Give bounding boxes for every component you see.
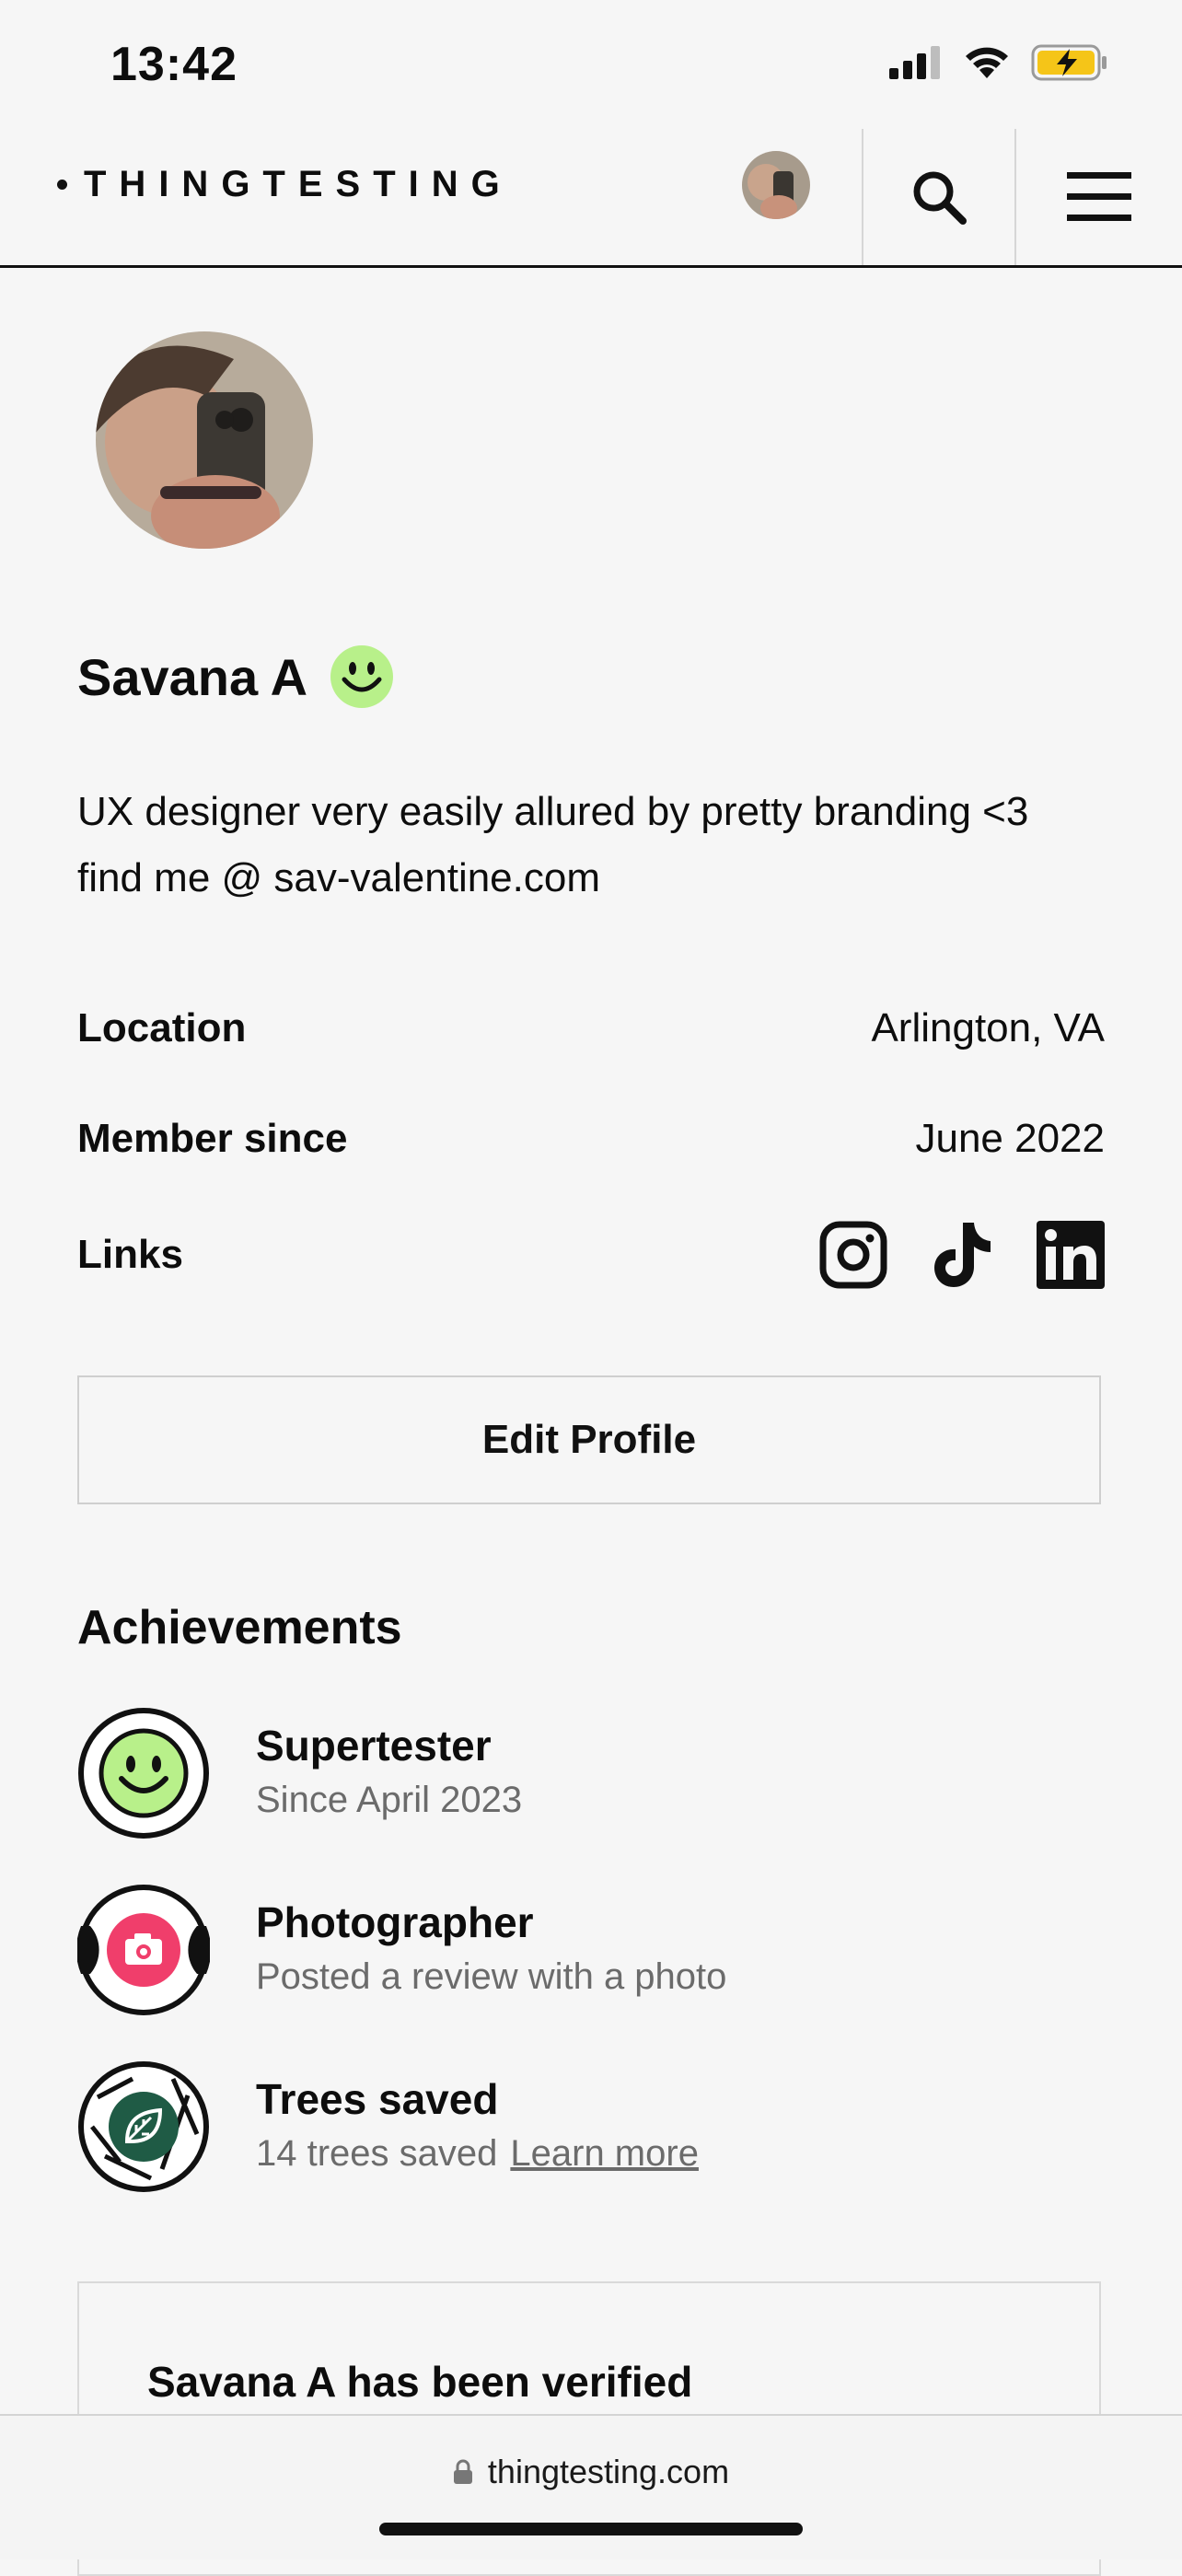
bio-line: find me @ sav-valentine.com [77, 855, 601, 900]
menu-button[interactable] [1016, 129, 1182, 265]
edit-profile-button[interactable]: Edit Profile [77, 1375, 1101, 1504]
cellular-signal-icon [889, 46, 940, 79]
achievement-name: Trees saved [256, 2075, 499, 2123]
profile-name-row: Savana A [77, 644, 394, 709]
links-label: Links [77, 1232, 183, 1277]
location-value: Arlington, VA [871, 1005, 1105, 1050]
header-avatar[interactable] [742, 151, 810, 219]
profile-bio: UX designer very easily allured by prett… [77, 779, 1118, 911]
site-logo[interactable]: THINGTESTING [57, 164, 513, 205]
instagram-icon[interactable] [819, 1221, 887, 1289]
achievement-name: Photographer [256, 1898, 534, 1946]
home-indicator[interactable] [379, 2523, 803, 2535]
achievement-item: Trees saved 14 trees saved Learn more [77, 2060, 1105, 2193]
achievement-description: Since April 2023 [256, 1780, 523, 1820]
url-text: thingtesting.com [487, 2453, 730, 2490]
member-since-value: June 2022 [915, 1116, 1105, 1161]
achievements-title: Achievements [77, 1601, 402, 1654]
achievement-name: Supertester [256, 1722, 492, 1770]
location-label: Location [77, 1005, 247, 1050]
trees-saved-badge-icon [78, 2061, 209, 2192]
achievement-description: Posted a review with a photo [256, 1956, 727, 1997]
search-button[interactable] [863, 129, 1014, 265]
achievement-item: Supertester Since April 2023 [77, 1707, 1105, 1839]
search-icon [913, 171, 967, 225]
logo-dot [57, 180, 67, 190]
location-row: Location Arlington, VA [77, 1005, 1105, 1051]
browser-address-bar[interactable]: thingtesting.com [0, 2414, 1182, 2559]
member-since-row: Member since June 2022 [77, 1116, 1105, 1162]
verification-title: Savana A has been verified [147, 2358, 693, 2406]
photographer-badge-icon [77, 1885, 210, 2015]
lock-icon [453, 2459, 472, 2484]
social-links [819, 1221, 1105, 1289]
site-header: THINGTESTING [0, 129, 1182, 268]
supertester-badge-icon [78, 1708, 209, 1839]
linkedin-icon[interactable] [1037, 1221, 1105, 1289]
links-row: Links [77, 1221, 1105, 1289]
member-since-label: Member since [77, 1116, 348, 1161]
hamburger-menu-icon [1067, 172, 1131, 221]
avatar-image [742, 151, 810, 219]
logo-text: THINGTESTING [84, 164, 513, 204]
profile-name: Savana A [77, 647, 308, 706]
tiktok-icon[interactable] [932, 1221, 992, 1289]
trees-saved-count: 14 trees saved [256, 2133, 498, 2174]
profile-avatar [96, 331, 313, 549]
bio-line: UX designer very easily allured by prett… [77, 789, 1029, 834]
achievement-item: Photographer Posted a review with a phot… [77, 1884, 1105, 2016]
status-time: 13:42 [110, 38, 238, 91]
wifi-icon [966, 47, 1008, 78]
achievement-description: 14 trees saved Learn more [256, 2126, 699, 2181]
learn-more-link[interactable]: Learn more [510, 2133, 699, 2174]
smiley-badge-icon [330, 645, 394, 708]
battery-charging-icon [1031, 44, 1107, 81]
url-display[interactable]: thingtesting.com [0, 2453, 1182, 2491]
avatar-image [96, 331, 313, 549]
status-icons [889, 44, 1108, 81]
